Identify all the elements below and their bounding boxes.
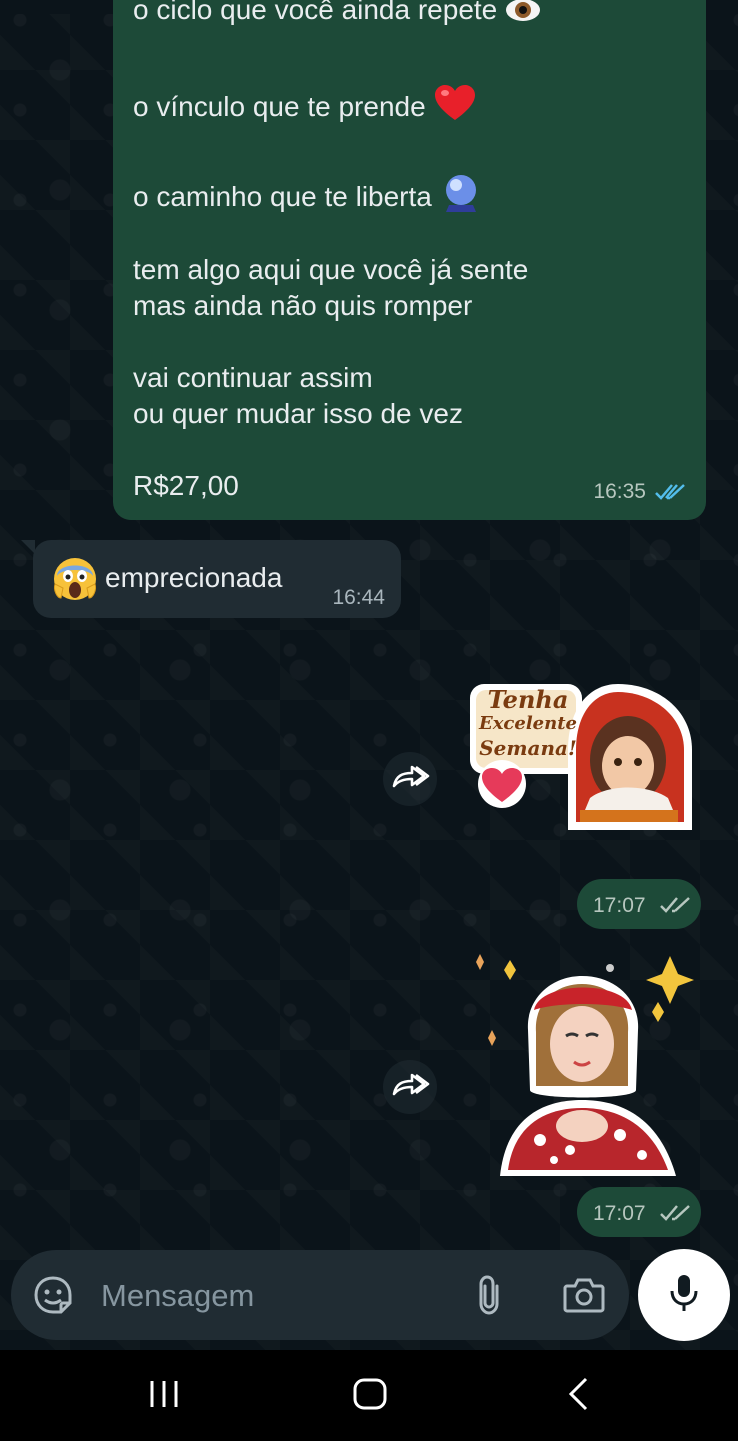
forward-button[interactable] bbox=[383, 752, 437, 806]
whatsapp-chat-screen: o ciclo que você ainda repete o vínculo … bbox=[0, 0, 738, 1441]
crystal-ball-icon bbox=[440, 172, 482, 223]
message-input[interactable]: Mensagem bbox=[101, 1278, 254, 1314]
message-time: 16:44 bbox=[332, 586, 385, 609]
message-line: vai continuar assim bbox=[133, 362, 373, 393]
delivered-ticks-icon bbox=[659, 1203, 693, 1223]
mic-button[interactable] bbox=[638, 1249, 730, 1341]
forward-button[interactable] bbox=[383, 1060, 437, 1114]
mic-icon bbox=[669, 1273, 699, 1318]
home-button[interactable] bbox=[350, 1378, 390, 1414]
eye-emoji-icon bbox=[505, 0, 541, 32]
system-navigation-bar bbox=[0, 1350, 738, 1441]
message-line: tem algo aqui que você já sente bbox=[133, 254, 529, 285]
forward-icon bbox=[390, 764, 430, 795]
sticker-time-pill: 17:07 bbox=[577, 879, 701, 929]
message-line: o ciclo que você ainda repete bbox=[133, 0, 541, 32]
back-button[interactable] bbox=[558, 1377, 598, 1416]
attach-icon[interactable] bbox=[473, 1274, 507, 1316]
sticker-time-pill: 17:07 bbox=[577, 1187, 701, 1237]
back-icon bbox=[566, 1377, 590, 1416]
message-line: ou quer mudar isso de vez bbox=[133, 398, 463, 429]
message-line: o vínculo que te prende bbox=[133, 84, 477, 131]
forward-icon bbox=[390, 1072, 430, 1103]
message-line: mas ainda não quis romper bbox=[133, 290, 473, 321]
woman-red-cap-sticker[interactable] bbox=[470, 950, 695, 1180]
tenha-excelente-semana-sticker[interactable]: Tenha Excelente Semana! bbox=[468, 680, 698, 840]
message-time: 17:07 bbox=[593, 894, 646, 917]
home-icon bbox=[352, 1377, 388, 1416]
recent-apps-icon bbox=[147, 1379, 181, 1414]
read-ticks-icon bbox=[654, 482, 688, 502]
delivered-ticks-icon bbox=[659, 895, 693, 915]
sticker-caption: Tenha Excelente Semana! bbox=[478, 685, 577, 761]
message-composer[interactable]: Mensagem bbox=[11, 1250, 629, 1340]
red-heart-icon bbox=[433, 84, 477, 131]
price-text: R$27,00 bbox=[133, 470, 239, 501]
message-time: 16:35 bbox=[593, 480, 646, 503]
camera-icon[interactable] bbox=[563, 1275, 605, 1315]
outgoing-message-bubble[interactable]: o ciclo que você ainda repete o vínculo … bbox=[113, 0, 706, 520]
message-line: o caminho que te liberta bbox=[133, 172, 482, 223]
recent-apps-button[interactable] bbox=[144, 1378, 184, 1414]
incoming-message-text: emprecionada bbox=[105, 562, 283, 593]
screaming-face-icon bbox=[51, 554, 99, 602]
sticker-icon[interactable] bbox=[33, 1275, 73, 1315]
message-time: 17:07 bbox=[593, 1202, 646, 1225]
incoming-message-bubble[interactable]: emprecionada 16:44 bbox=[21, 540, 401, 618]
